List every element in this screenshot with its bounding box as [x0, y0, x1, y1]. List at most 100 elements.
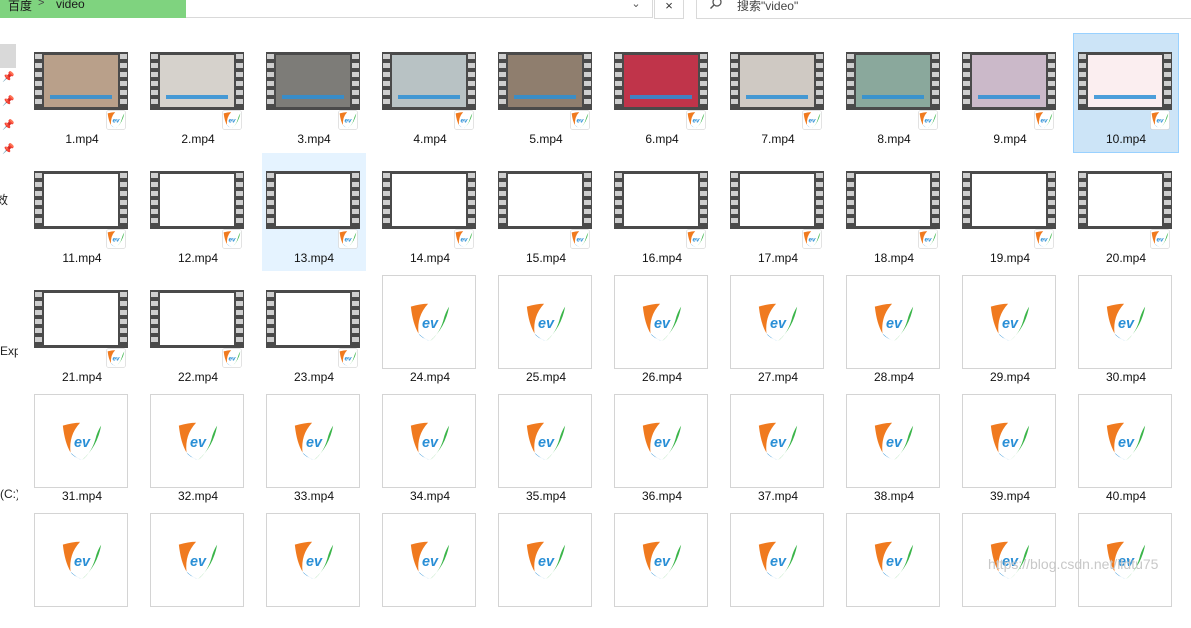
nav-item-label[interactable]: (C:) — [0, 487, 18, 501]
file-item[interactable]: ev 25.mp4 — [494, 272, 598, 390]
file-thumbnail: ev — [1078, 275, 1172, 369]
file-item[interactable]: ev 34.mp4 — [378, 391, 482, 509]
file-item[interactable]: ev 38.mp4 — [842, 391, 946, 509]
file-item[interactable]: ev 8.mp4 — [842, 34, 946, 152]
film-holes — [1048, 54, 1055, 108]
file-item[interactable]: ev 37.mp4 — [726, 391, 830, 509]
ev-badge-icon: ev — [106, 110, 126, 130]
film-holes — [963, 173, 970, 227]
nav-item-label[interactable]: 效 — [0, 191, 8, 208]
file-item[interactable]: ev — [30, 510, 134, 628]
file-item[interactable]: ev 29.mp4 — [958, 272, 1062, 390]
file-item[interactable]: ev 32.mp4 — [146, 391, 250, 509]
file-item[interactable]: ev 24.mp4 — [378, 272, 482, 390]
file-item[interactable]: ev 17.mp4 — [726, 153, 830, 271]
ev-badge-icon: ev — [338, 348, 358, 368]
breadcrumb-separator-icon[interactable]: > — [38, 0, 44, 9]
file-name: 32.mp4 — [177, 489, 219, 503]
file-name: 7.mp4 — [761, 132, 795, 146]
subtitle-bar — [282, 95, 344, 99]
film-holes — [120, 292, 127, 346]
video-frame — [740, 174, 814, 226]
file-item[interactable]: ev 10.mp4 — [1073, 33, 1179, 153]
nav-selected-item[interactable] — [0, 44, 16, 68]
ev-badge-icon: ev — [1150, 110, 1170, 130]
file-item[interactable]: ev 40.mp4 — [1074, 391, 1178, 509]
ev-badge-icon: ev — [570, 110, 590, 130]
film-holes — [584, 173, 591, 227]
address-bar[interactable] — [186, 0, 653, 18]
file-item[interactable]: ev 11.mp4 — [30, 153, 134, 271]
file-item[interactable]: ev 35.mp4 — [494, 391, 598, 509]
svg-text:ev: ev — [886, 554, 903, 570]
file-item[interactable]: ev 36.mp4 — [610, 391, 714, 509]
file-item[interactable]: ev 20.mp4 — [1074, 153, 1178, 271]
file-item[interactable]: ev — [726, 510, 830, 628]
file-item[interactable]: ev 21.mp4 — [30, 272, 134, 390]
file-item[interactable]: ev 2.mp4 — [146, 34, 250, 152]
file-item[interactable]: ev — [262, 510, 366, 628]
file-item[interactable]: ev 26.mp4 — [610, 272, 714, 390]
video-thumbnail — [382, 171, 476, 229]
file-item[interactable]: ev 18.mp4 — [842, 153, 946, 271]
file-item[interactable]: ev — [378, 510, 482, 628]
film-holes — [932, 173, 939, 227]
file-item[interactable]: ev 12.mp4 — [146, 153, 250, 271]
film-holes — [151, 54, 158, 108]
file-item[interactable]: ev 27.mp4 — [726, 272, 830, 390]
file-name: 36.mp4 — [641, 489, 683, 503]
video-frame — [44, 174, 118, 226]
file-name: 20.mp4 — [1105, 251, 1147, 265]
search-input[interactable]: 搜索"video" — [696, 0, 1191, 19]
breadcrumb-root[interactable]: 百度 — [8, 0, 32, 14]
file-item[interactable]: ev 14.mp4 — [378, 153, 482, 271]
svg-text:ev: ev — [654, 435, 671, 451]
ev-badge-icon: ev — [686, 229, 706, 249]
file-item[interactable]: ev 16.mp4 — [610, 153, 714, 271]
film-holes — [816, 173, 823, 227]
film-holes — [1164, 54, 1171, 108]
video-frame — [1088, 174, 1162, 226]
file-item[interactable]: ev 33.mp4 — [262, 391, 366, 509]
file-item[interactable]: ev 31.mp4 — [30, 391, 134, 509]
file-item[interactable]: ev 30.mp4 — [1074, 272, 1178, 390]
film-holes — [383, 173, 390, 227]
clear-address-button[interactable]: × — [654, 0, 684, 19]
nav-item-label[interactable]: Exp — [0, 344, 18, 358]
film-holes — [383, 54, 390, 108]
file-item[interactable]: ev 3.mp4 — [262, 34, 366, 152]
file-item[interactable]: ev — [842, 510, 946, 628]
ev-badge-icon: ev — [1150, 229, 1170, 249]
file-item[interactable]: ev 28.mp4 — [842, 272, 946, 390]
file-item[interactable]: ev 23.mp4 — [262, 272, 366, 390]
file-item[interactable]: ev 6.mp4 — [610, 34, 714, 152]
file-item[interactable]: ev 22.mp4 — [146, 272, 250, 390]
history-dropdown-icon[interactable]: ⌄ — [626, 0, 646, 10]
svg-text:ev: ev — [422, 554, 439, 570]
file-item[interactable]: ev 7.mp4 — [726, 34, 830, 152]
file-item[interactable]: ev 4.mp4 — [378, 34, 482, 152]
file-name: 9.mp4 — [993, 132, 1027, 146]
svg-text:ev: ev — [1041, 237, 1048, 244]
navigation-pane[interactable]: 📌 📌 📌 📌 效 Exp (C:) — [0, 20, 18, 582]
file-item[interactable]: ev 13.mp4 — [262, 153, 366, 271]
file-item[interactable]: ev 15.mp4 — [494, 153, 598, 271]
file-item[interactable]: ev 5.mp4 — [494, 34, 598, 152]
film-holes — [236, 173, 243, 227]
file-item[interactable]: ev 9.mp4 — [958, 34, 1062, 152]
file-item[interactable]: ev — [146, 510, 250, 628]
video-frame — [392, 174, 466, 226]
file-item[interactable]: ev 39.mp4 — [958, 391, 1062, 509]
breadcrumb[interactable]: 百度 > video — [0, 0, 186, 18]
file-item[interactable]: ev 19.mp4 — [958, 153, 1062, 271]
file-thumbnail: ev — [962, 275, 1056, 369]
file-name: 12.mp4 — [177, 251, 219, 265]
film-holes — [35, 292, 42, 346]
svg-text:ev: ev — [74, 435, 91, 451]
file-item[interactable]: ev 1.mp4 — [30, 34, 134, 152]
file-name: 29.mp4 — [989, 370, 1031, 384]
breadcrumb-current[interactable]: video — [56, 0, 85, 11]
file-item[interactable]: ev — [494, 510, 598, 628]
video-thumbnail — [34, 171, 128, 229]
file-item[interactable]: ev — [610, 510, 714, 628]
